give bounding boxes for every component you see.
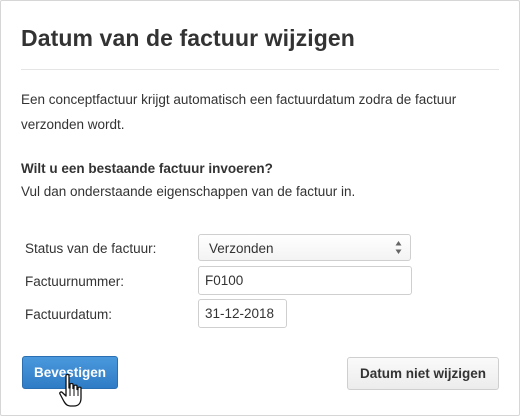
up-down-arrows-icon [395, 241, 402, 254]
invoice-date-label: Factuurdatum: [25, 307, 113, 322]
keep-date-button[interactable]: Datum niet wijzigen [347, 357, 499, 390]
invoice-number-input[interactable] [198, 266, 412, 295]
status-label: Status van de factuur: [25, 241, 157, 256]
status-select[interactable]: Verzonden [198, 234, 411, 261]
question-heading: Wilt u een bestaande factuur invoeren? [21, 161, 273, 176]
invoice-number-label: Factuurnummer: [25, 274, 125, 289]
hint-text: Vul dan onderstaande eigenschappen van d… [21, 184, 356, 199]
change-invoice-date-dialog: Datum van de factuur wijzigen Een concep… [0, 0, 520, 416]
dialog-title: Datum van de factuur wijzigen [21, 25, 355, 51]
status-select-value: Verzonden [209, 241, 274, 256]
title-divider [21, 69, 499, 70]
invoice-date-input[interactable] [198, 299, 287, 328]
intro-text: Een conceptfactuur krijgt automatisch ee… [21, 92, 457, 132]
hand-pointer-icon [59, 373, 82, 407]
